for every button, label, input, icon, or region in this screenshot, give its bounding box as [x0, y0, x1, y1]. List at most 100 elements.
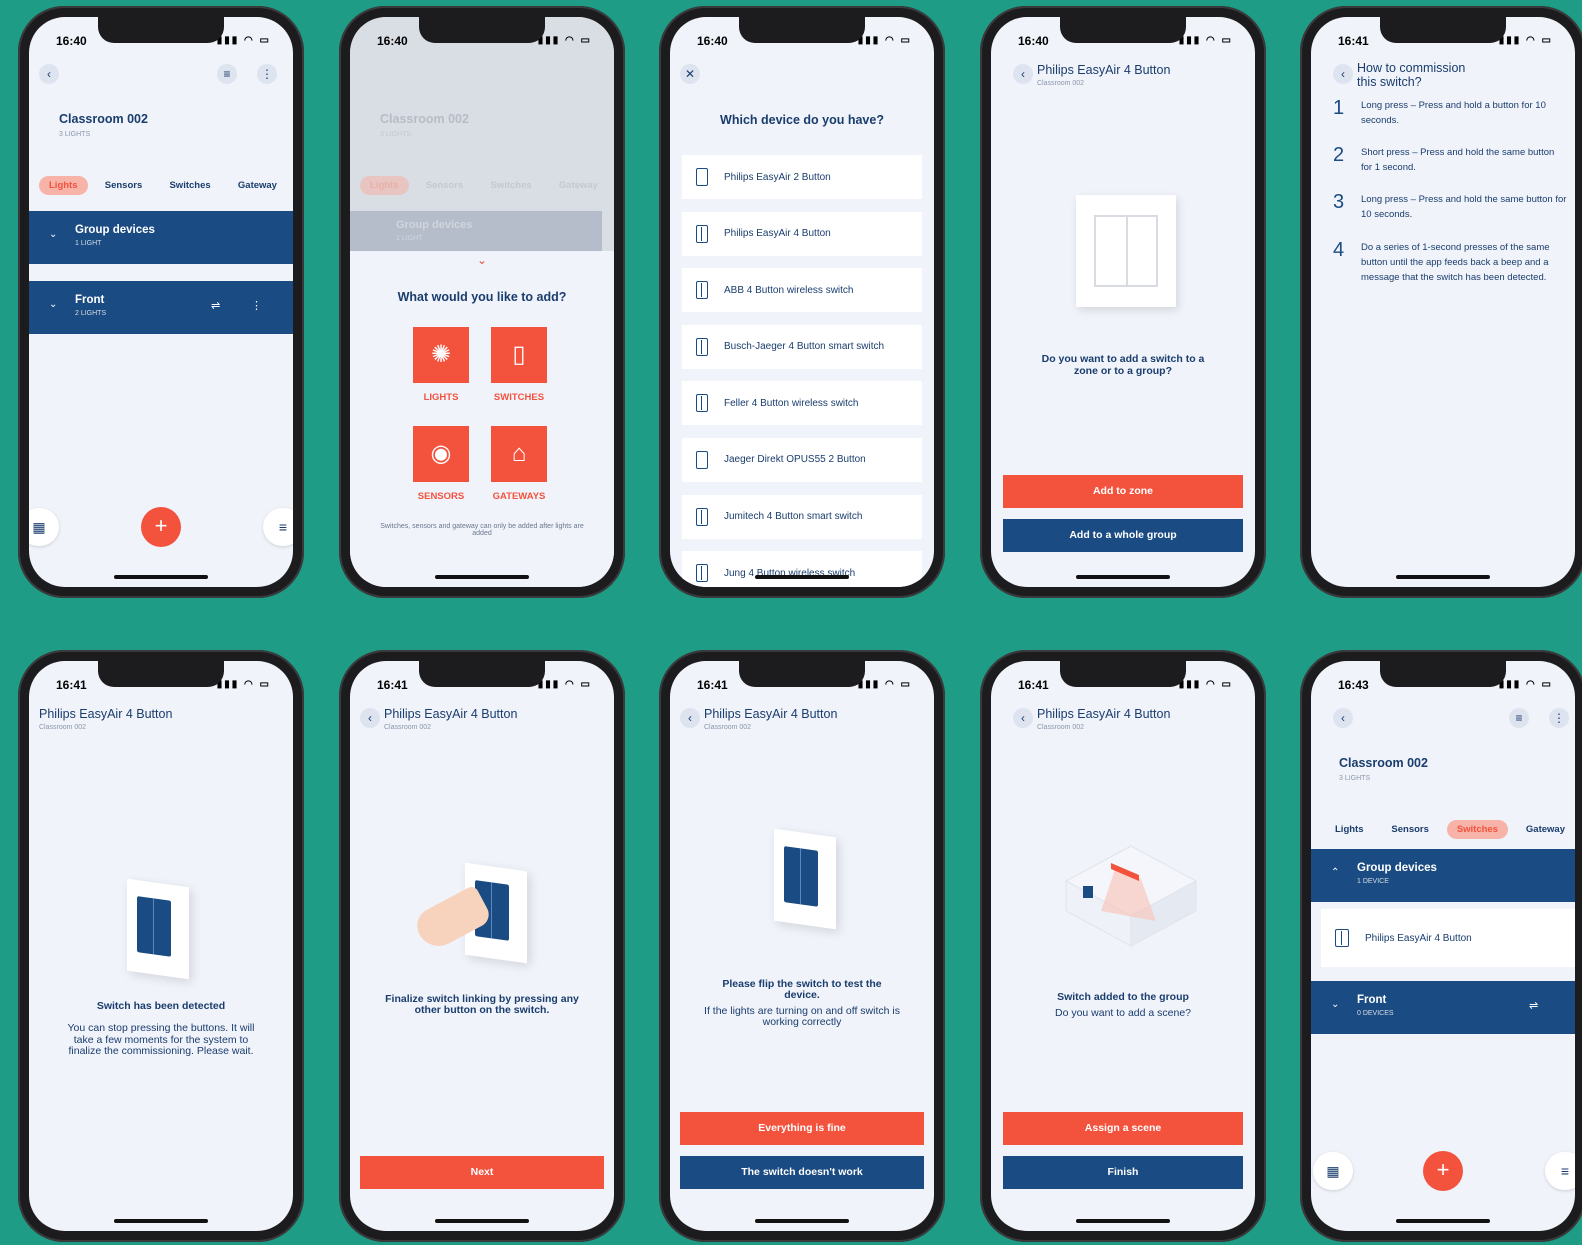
- tab-bar: Lights Sensors Switches Gateway: [1325, 819, 1575, 839]
- signal-wifi-battery-icon: ▮▮▮ ◠ ▭: [216, 679, 271, 690]
- home-indicator: [435, 1219, 529, 1223]
- add-to-zone-button[interactable]: Add to zone: [1003, 475, 1243, 508]
- list-item[interactable]: Jaeger Direkt OPUS55 2 Button: [682, 437, 922, 482]
- chevron-down-icon: ⌄: [49, 229, 58, 240]
- everything-fine-button[interactable]: Everything is fine: [680, 1112, 924, 1145]
- switch-icon: [696, 337, 708, 356]
- list-item[interactable]: Feller 4 Button wireless switch: [682, 381, 922, 426]
- phone-room-switches: 16:43 ▮▮▮ ◠ ▭ ‹ ≡ ⋮ Classroom 002 3 LIGHT…: [1300, 650, 1582, 1242]
- back-icon[interactable]: ‹: [1333, 708, 1353, 728]
- bulb-icon: ✺: [430, 341, 452, 368]
- phone-room-lights: 16:40 ▮▮▮ ◠ ▭ ‹ ≡ ⋮ Classroom 002 3 LIGHT…: [18, 6, 304, 598]
- tab-gateway[interactable]: Gateway: [1516, 820, 1575, 839]
- back-icon[interactable]: ‹: [360, 708, 380, 728]
- add-button[interactable]: +: [141, 507, 181, 547]
- phone-commission-steps: 16:41 ▮▮▮ ◠ ▭ ‹ How to commission this sw…: [1300, 6, 1582, 598]
- detected-body: You can stop pressing the buttons. It wi…: [67, 1022, 255, 1058]
- list-item[interactable]: Jung 4 Button wireless switch: [682, 551, 922, 587]
- switches-tile[interactable]: ▯: [491, 327, 547, 383]
- phone-zone-or-group: 16:40 ▮▮▮ ◠ ▭ ‹ Philips EasyAir 4 Button …: [980, 6, 1266, 598]
- filter-icon[interactable]: ≡: [1509, 708, 1529, 728]
- home-indicator: [435, 575, 529, 579]
- notch: [1380, 661, 1506, 687]
- tab-switches[interactable]: Switches: [1446, 819, 1508, 839]
- switch-illustration: [127, 878, 189, 980]
- phone-finalize-linking: 16:41 ▮▮▮ ◠ ▭ ‹ Philips EasyAir 4 Button …: [339, 650, 625, 1242]
- back-icon[interactable]: ‹: [1013, 64, 1033, 84]
- more-icon[interactable]: ⋮: [257, 64, 277, 84]
- lights-label: LIGHTS: [423, 392, 459, 403]
- notch: [98, 661, 224, 687]
- finish-button[interactable]: Finish: [1003, 1156, 1243, 1189]
- tab-lights[interactable]: Lights: [39, 175, 88, 195]
- back-icon[interactable]: ‹: [680, 708, 700, 728]
- switch-divider: [1341, 931, 1342, 945]
- group-count: 2 LIGHTS: [75, 310, 107, 317]
- device-name: Philips EasyAir 4 Button: [724, 228, 831, 240]
- assign-scene-button[interactable]: Assign a scene: [1003, 1112, 1243, 1145]
- switch-icon: [696, 281, 708, 300]
- sliders-icon[interactable]: ⇌: [1529, 999, 1538, 1012]
- chevron-down-icon[interactable]: ⌄: [350, 253, 614, 267]
- menu-icon[interactable]: ≡: [263, 508, 293, 546]
- list-item[interactable]: ABB 4 Button wireless switch: [682, 268, 922, 313]
- question-text: Do you want to add a switch to a zone or…: [1041, 353, 1205, 377]
- switch-icon: [696, 224, 708, 243]
- tab-bar: Lights Sensors Switches Gateway: [39, 175, 287, 195]
- tab-gateway[interactable]: Gateway: [228, 176, 287, 195]
- sensors-tile[interactable]: ◉: [413, 426, 469, 482]
- filter-icon[interactable]: ≡: [217, 64, 237, 84]
- tab-sensors[interactable]: Sensors: [1381, 820, 1439, 839]
- group-row[interactable]: ⌃ Group devices 1 DEVICE: [1311, 849, 1575, 902]
- tab-sensors[interactable]: Sensors: [95, 176, 153, 195]
- building-icon[interactable]: ▦: [29, 508, 59, 546]
- switch-not-working-button[interactable]: The switch doesn't work: [680, 1156, 924, 1189]
- more-icon[interactable]: ⋮: [1549, 708, 1569, 728]
- menu-icon[interactable]: ≡: [1545, 1152, 1575, 1190]
- add-button[interactable]: +: [1423, 1151, 1463, 1191]
- notch: [1060, 17, 1186, 43]
- device-name: Philips EasyAir 4 Button: [1365, 932, 1472, 944]
- clock: 16:41: [1018, 678, 1049, 692]
- signal-wifi-battery-icon: ▮▮▮ ◠ ▭: [857, 679, 912, 690]
- phone-add-menu: 16:40 ▮▮▮ ◠ ▭ Classroom 002 3 LIGHTS Ligh…: [339, 6, 625, 598]
- gateways-label: GATEWAYS: [492, 491, 546, 502]
- switch-divider: [153, 898, 154, 955]
- list-item[interactable]: Jumitech 4 Button smart switch: [682, 494, 922, 539]
- switch-plate: [1094, 215, 1158, 287]
- building-icon[interactable]: ▦: [1313, 1152, 1353, 1190]
- signal-wifi-battery-icon: ▮▮▮ ◠ ▭: [537, 679, 592, 690]
- sliders-icon[interactable]: ⇌: [211, 299, 220, 312]
- clock: 16:41: [1338, 34, 1369, 48]
- tab-lights[interactable]: Lights: [1325, 820, 1374, 839]
- close-icon[interactable]: ✕: [680, 64, 700, 84]
- next-button[interactable]: Next: [360, 1156, 604, 1189]
- device-name: Jumitech 4 Button smart switch: [724, 511, 863, 523]
- add-to-group-button[interactable]: Add to a whole group: [1003, 519, 1243, 552]
- group-title: Front: [75, 294, 105, 306]
- signal-wifi-battery-icon: ▮▮▮ ◠ ▭: [1178, 35, 1233, 46]
- tab-switches[interactable]: Switches: [159, 176, 220, 195]
- group-row[interactable]: ⌄ Front 2 LIGHTS ⇌ ⋮: [29, 281, 293, 334]
- device-name: ABB 4 Button wireless switch: [724, 284, 854, 296]
- gateways-tile[interactable]: ⌂: [491, 426, 547, 482]
- switch-icon: [696, 450, 708, 469]
- list-item[interactable]: Philips EasyAir 2 Button: [682, 155, 922, 199]
- clock: 16:41: [377, 678, 408, 692]
- clock: 16:40: [377, 34, 408, 48]
- back-icon[interactable]: ‹: [1013, 708, 1033, 728]
- notch: [739, 661, 865, 687]
- more-icon[interactable]: ⋮: [251, 299, 262, 312]
- group-row[interactable]: ⌄ Group devices 1 LIGHT: [29, 211, 293, 264]
- group-row[interactable]: ⌄ Front 0 DEVICES ⇌: [1311, 981, 1575, 1034]
- list-item[interactable]: Busch-Jaeger 4 Button smart switch: [682, 324, 922, 369]
- list-item[interactable]: Philips EasyAir 4 Button: [682, 211, 922, 256]
- signal-wifi-battery-icon: ▮▮▮ ◠ ▭: [1498, 679, 1553, 690]
- switch-icon: [1335, 929, 1349, 947]
- back-icon[interactable]: ‹: [39, 64, 59, 84]
- switch-divider: [1126, 217, 1128, 285]
- home-indicator: [755, 575, 849, 579]
- lights-tile[interactable]: ✺: [413, 327, 469, 383]
- device-row[interactable]: Philips EasyAir 4 Button: [1321, 909, 1575, 967]
- back-icon[interactable]: ‹: [1333, 64, 1353, 84]
